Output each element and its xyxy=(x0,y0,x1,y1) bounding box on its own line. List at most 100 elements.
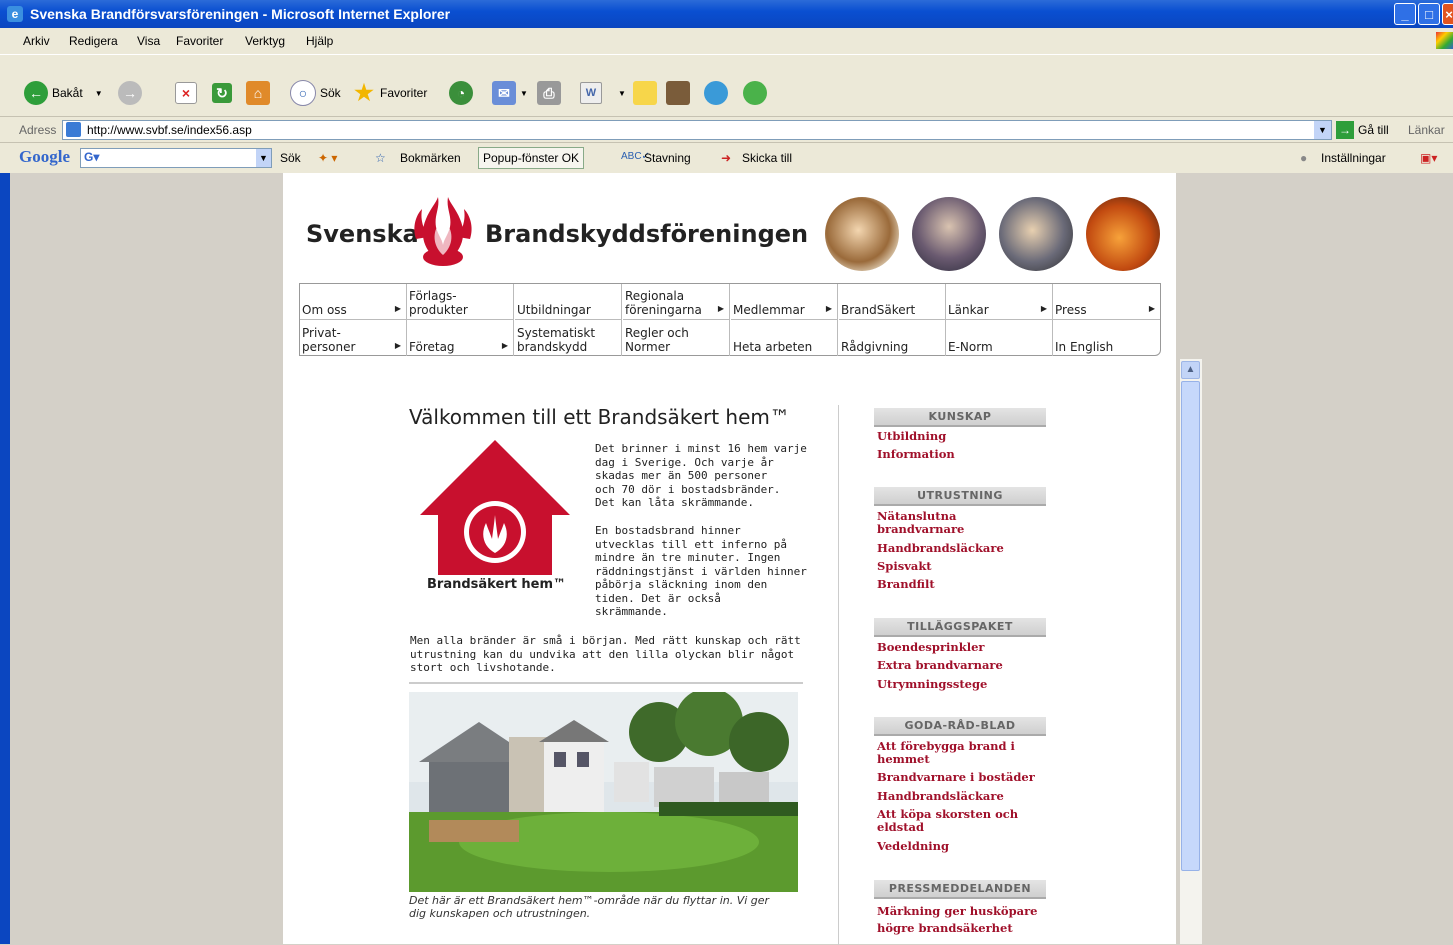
nav-label: Privat- personer xyxy=(302,326,356,354)
link-spisvakt[interactable]: Spisvakt xyxy=(877,560,1052,573)
go-button[interactable]: → Gå till xyxy=(1336,121,1389,139)
arrow-right-icon: ▶ xyxy=(825,304,832,313)
history-button[interactable]: ◔ xyxy=(449,81,477,105)
nav-forlagsprodukter[interactable]: Förlags- produkter xyxy=(407,284,514,320)
edit-button[interactable]: W ▼ xyxy=(580,81,626,105)
arrow-right-icon: ▶ xyxy=(501,341,508,350)
nav-lankar[interactable]: Länkar ▶ xyxy=(946,284,1053,320)
link-boendesprinkler[interactable]: Boendesprinkler xyxy=(877,641,1052,654)
spelling-button[interactable]: Stavning xyxy=(644,151,691,165)
address-input[interactable]: http://www.svbf.se/index56.asp ▼ xyxy=(62,120,1332,140)
refresh-button[interactable]: ↻ xyxy=(212,81,236,105)
history-icon: ◔ xyxy=(449,81,473,105)
vertical-scrollbar[interactable]: ▲ xyxy=(1180,359,1202,944)
nav-press[interactable]: Press ▶ xyxy=(1053,284,1160,320)
google-search-input[interactable]: G▾ ▼ xyxy=(80,148,272,168)
bookmarks-button[interactable]: Bokmärken xyxy=(400,151,461,165)
favorites-label: Favoriter xyxy=(380,86,428,100)
print-button[interactable]: ⎙ xyxy=(537,81,565,105)
contacts-button[interactable] xyxy=(743,81,771,105)
dropdown-icon: ▼ xyxy=(618,88,626,98)
menu-arkiv[interactable]: Arkiv xyxy=(23,34,50,48)
nav-label: Regionala föreningarna xyxy=(625,289,702,317)
send-to-button[interactable]: Skicka till xyxy=(742,151,792,165)
nav-regionala-foreningarna[interactable]: Regionala föreningarna ▶ xyxy=(623,284,730,320)
window-title-bar: e Svenska Brandförsvarsföreningen - Micr… xyxy=(0,0,1453,28)
link-forebygga-brand[interactable]: Att förebygga brand i hemmet xyxy=(877,740,1052,766)
back-arrow-icon: ← xyxy=(24,81,48,105)
nav-foretag[interactable]: Företag ▶ xyxy=(407,320,514,356)
nav-label: Företag xyxy=(409,340,455,354)
search-button[interactable]: ○ Sök xyxy=(290,80,341,106)
dropdown-icon: ▼ xyxy=(94,88,103,98)
back-button[interactable]: ← Bakåt ▼ xyxy=(24,81,103,105)
stop-button[interactable]: × xyxy=(175,81,201,105)
nav-e-norm[interactable]: E-Norm xyxy=(946,320,1053,356)
google-dropdown-icon[interactable]: ▼ xyxy=(256,149,271,167)
menu-favoriter[interactable]: Favoriter xyxy=(176,34,223,48)
link-handbrandslackare-blad[interactable]: Handbrandsläckare xyxy=(877,790,1052,803)
link-vedeldning[interactable]: Vedeldning xyxy=(877,840,1052,853)
link-press-release[interactable]: Märkning ger husköpare högre brandsäkerh… xyxy=(877,903,1052,937)
close-button[interactable]: × xyxy=(1442,3,1453,25)
nav-privatpersoner[interactable]: Privat- personer ▶ xyxy=(300,320,407,356)
menu-hjalp[interactable]: Hjälp xyxy=(306,34,333,48)
menu-redigera[interactable]: Redigera xyxy=(69,34,118,48)
flame-logo-icon[interactable] xyxy=(408,195,478,267)
link-brandvarnare-i-bostader[interactable]: Brandvarnare i bostäder xyxy=(877,771,1052,784)
web-page: Svenska Brandskyddsföreningen Om oss ▶ Fö… xyxy=(283,173,1176,945)
forward-button[interactable]: → xyxy=(118,81,146,105)
mail-button[interactable]: ✉ ▼ xyxy=(492,81,528,105)
address-dropdown-icon[interactable]: ▼ xyxy=(1314,121,1331,139)
link-kopa-skorsten[interactable]: Att köpa skorsten och eldstad xyxy=(877,808,1052,834)
discuss-button[interactable] xyxy=(633,81,661,105)
nav-medlemmar[interactable]: Medlemmar ▶ xyxy=(731,284,838,320)
menu-verktyg[interactable]: Verktyg xyxy=(245,34,285,48)
intro-paragraph-3: Men alla bränder är små i början. Med rä… xyxy=(410,634,801,674)
research-button[interactable] xyxy=(666,81,694,105)
link-extra-brandvarnare[interactable]: Extra brandvarnare xyxy=(877,659,1052,672)
link-brandfilt[interactable]: Brandfilt xyxy=(877,578,1052,591)
nav-heta-arbeten[interactable]: Heta arbeten xyxy=(731,320,838,356)
settings-button[interactable]: Inställningar xyxy=(1321,151,1386,165)
sidebar-heading-tillaggspaket: TILLÄGGSPAKET xyxy=(874,618,1046,637)
google-news-icon[interactable]: ✦ ▾ xyxy=(318,151,337,165)
messenger-button[interactable] xyxy=(704,81,732,105)
arrow-right-icon: ▶ xyxy=(394,341,401,350)
favorites-button[interactable]: ★ Favoriter xyxy=(352,81,427,105)
photo-caption: Det här är ett Brandsäkert hem™-område n… xyxy=(409,894,770,920)
nav-utbildningar[interactable]: Utbildningar xyxy=(515,284,622,320)
nav-regler-och-normer[interactable]: Regler och Normer xyxy=(623,320,730,356)
sidebar-heading-kunskap: KUNSKAP xyxy=(874,408,1046,427)
nav-label: Rådgivning xyxy=(841,340,909,354)
home-button[interactable]: ⌂ xyxy=(246,81,274,105)
google-search-button[interactable]: Sök xyxy=(280,151,301,165)
maximize-button[interactable]: □ xyxy=(1418,3,1440,25)
sidebar-heading-pressmeddelanden: PRESSMEDDELANDEN xyxy=(874,880,1046,899)
translate-icon[interactable]: ▣▾ xyxy=(1420,151,1437,165)
popup-blocker-button[interactable]: Popup-fönster OK xyxy=(478,147,585,169)
page-icon xyxy=(66,122,81,137)
link-handbrandslackare[interactable]: Handbrandsläckare xyxy=(877,542,1052,555)
menu-visa[interactable]: Visa xyxy=(137,34,160,48)
nav-om-oss[interactable]: Om oss ▶ xyxy=(300,284,407,320)
link-information[interactable]: Information xyxy=(877,448,1052,461)
nav-radgivning[interactable]: Rådgivning xyxy=(839,320,946,356)
nav-brandsakert[interactable]: BrandSäkert xyxy=(839,284,946,320)
scroll-thumb[interactable] xyxy=(1181,381,1200,871)
minimize-button[interactable]: _ xyxy=(1394,3,1416,25)
nav-label: Medlemmar xyxy=(733,303,805,317)
nav-label: E-Norm xyxy=(948,340,993,354)
settings-icon: ● xyxy=(1300,151,1308,165)
nav-systematiskt-brandskydd[interactable]: Systematiskt brandskydd xyxy=(515,320,622,356)
dropdown-icon: ▼ xyxy=(520,88,528,98)
nav-label: Länkar xyxy=(948,303,989,317)
nav-in-english[interactable]: In English xyxy=(1053,320,1160,356)
address-url: http://www.svbf.se/index56.asp xyxy=(87,123,252,137)
links-label[interactable]: Länkar xyxy=(1408,123,1445,137)
link-utrymningsstege[interactable]: Utrymningsstege xyxy=(877,678,1052,691)
link-utbildning[interactable]: Utbildning xyxy=(877,430,1052,443)
scroll-up-icon[interactable]: ▲ xyxy=(1181,361,1200,379)
link-natanslutna-brandvarnare[interactable]: Nätanslutna brandvarnare xyxy=(877,510,1052,536)
google-logo[interactable]: Google xyxy=(19,147,70,167)
